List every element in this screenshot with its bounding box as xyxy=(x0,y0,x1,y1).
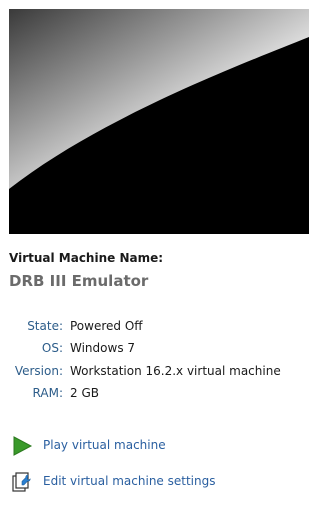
state-value: Powered Off xyxy=(70,319,143,333)
settings-icon xyxy=(11,471,33,493)
vm-details: State: Powered Off OS: Windows 7 Version… xyxy=(0,319,320,408)
play-vm-label[interactable]: Play virtual machine xyxy=(43,438,166,452)
ram-value: 2 GB xyxy=(70,385,99,400)
detail-row-os: OS: Windows 7 xyxy=(0,341,320,363)
play-icon xyxy=(11,435,33,457)
edit-vm-settings-label[interactable]: Edit virtual machine settings xyxy=(43,474,215,488)
version-label: Version: xyxy=(14,363,63,378)
vm-name: DRB III Emulator xyxy=(9,272,149,290)
vm-name-label: Virtual Machine Name: xyxy=(9,251,164,265)
edit-vm-settings-button[interactable]: Edit virtual machine settings xyxy=(9,469,309,495)
os-label: OS: xyxy=(41,341,63,356)
version-value: Workstation 16.2.x virtual machine xyxy=(70,363,281,378)
play-vm-button[interactable]: Play virtual machine xyxy=(9,433,309,459)
os-value: Windows 7 xyxy=(70,341,136,356)
detail-row-state: State: Powered Off xyxy=(0,319,320,341)
detail-row-version: Version: Workstation 16.2.x virtual mach… xyxy=(0,364,320,386)
vm-preview-gloss xyxy=(9,9,309,234)
vm-summary-panel: Virtual Machine Name: DRB III Emulator S… xyxy=(0,0,320,514)
ram-label: RAM: xyxy=(32,385,63,400)
detail-row-ram: RAM: 2 GB xyxy=(0,386,320,408)
state-label: State: xyxy=(27,319,63,333)
vm-screen-preview xyxy=(9,9,309,234)
